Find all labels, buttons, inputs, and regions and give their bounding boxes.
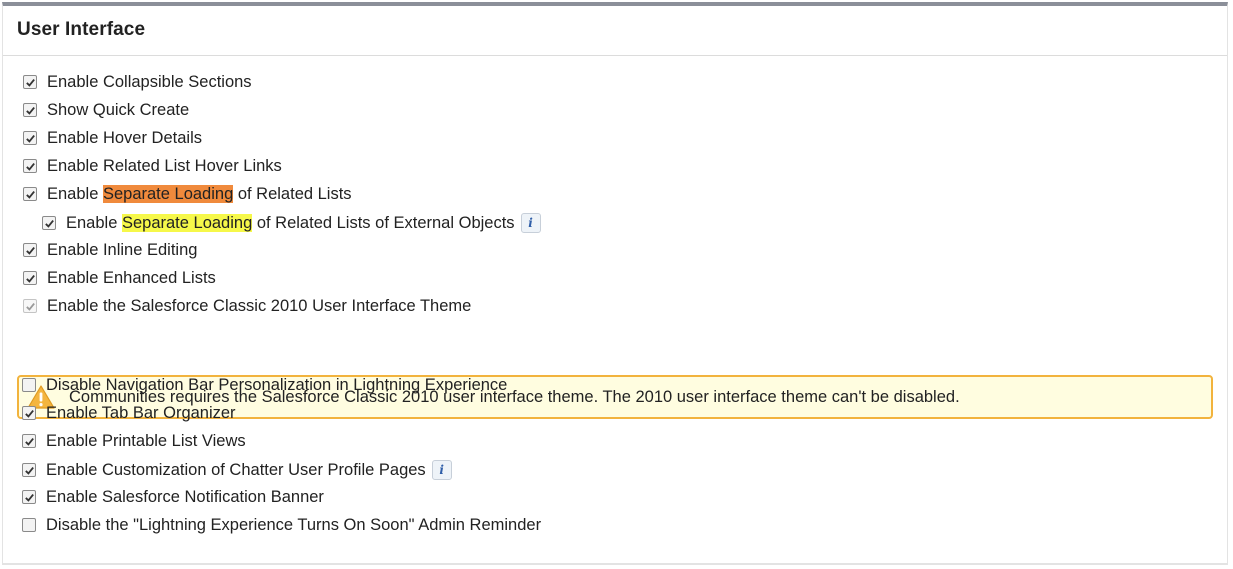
setting-row-disable-navigation-bar-personalization[interactable]: Disable Navigation Bar Personalization i… <box>22 373 507 397</box>
section-title: User Interface <box>17 19 146 40</box>
setting-label: Enable Customization of Chatter User Pro… <box>46 460 426 479</box>
setting-row-enable-printable-list-views[interactable]: Enable Printable List Views <box>22 429 246 453</box>
setting-label: Enable Separate Loading of Related Lists… <box>66 213 515 233</box>
setting-label: Enable the Salesforce Classic 2010 User … <box>47 296 472 315</box>
label-suffix: of Related Lists of External Objects <box>252 213 515 232</box>
search-highlight: Separate Loading <box>102 184 234 203</box>
section-header: User Interface <box>3 6 1227 56</box>
setting-label: Enable Collapsible Sections <box>47 72 252 91</box>
search-highlight: Separate Loading <box>121 213 253 232</box>
disable-lex-admin-reminder-checkbox[interactable] <box>22 518 36 532</box>
enable-printable-list-views-checkbox[interactable] <box>22 434 36 448</box>
setting-row-enable-hover-details[interactable]: Enable Hover Details <box>23 126 202 150</box>
setting-row-enable-notification-banner[interactable]: Enable Salesforce Notification Banner <box>22 485 324 509</box>
show-quick-create-checkbox[interactable] <box>23 103 37 117</box>
setting-label: Enable Salesforce Notification Banner <box>46 487 324 506</box>
disable-navigation-bar-personalization-checkbox[interactable] <box>22 378 36 392</box>
enable-tab-bar-organizer-checkbox[interactable] <box>22 406 36 420</box>
setting-label: Disable Navigation Bar Personalization i… <box>46 375 508 394</box>
enable-separate-loading-checkbox[interactable] <box>23 187 37 201</box>
setting-label: Enable Separate Loading of Related Lists <box>47 184 352 204</box>
setting-row-enable-tab-bar-organizer[interactable]: Enable Tab Bar Organizer <box>22 401 236 425</box>
setting-row-enable-chatter-profile-customization[interactable]: Enable Customization of Chatter User Pro… <box>22 458 452 482</box>
setting-row-show-quick-create[interactable]: Show Quick Create <box>23 98 189 122</box>
enable-hover-details-checkbox[interactable] <box>23 131 37 145</box>
enable-separate-loading-external-objects-checkbox[interactable] <box>42 216 56 230</box>
label-prefix: Enable <box>47 184 103 203</box>
setting-row-enable-collapsible-sections[interactable]: Enable Collapsible Sections <box>23 70 252 94</box>
setting-label: Disable the "Lightning Experience Turns … <box>46 515 542 534</box>
enable-inline-editing-checkbox[interactable] <box>23 243 37 257</box>
setting-label: Enable Enhanced Lists <box>47 268 216 287</box>
enable-enhanced-lists-checkbox[interactable] <box>23 271 37 285</box>
setting-label: Enable Inline Editing <box>47 240 198 259</box>
setting-label: Show Quick Create <box>47 100 190 119</box>
enable-collapsible-sections-checkbox[interactable] <box>23 75 37 89</box>
setting-row-enable-enhanced-lists[interactable]: Enable Enhanced Lists <box>23 266 216 290</box>
label-prefix: Enable <box>66 213 122 232</box>
label-suffix: of Related Lists <box>233 184 352 203</box>
info-icon[interactable]: i <box>431 460 452 480</box>
setting-label: Enable Related List Hover Links <box>47 156 282 175</box>
setting-label: Enable Printable List Views <box>46 431 246 450</box>
enable-chatter-profile-customization-checkbox[interactable] <box>22 463 36 477</box>
setting-label: Enable Hover Details <box>47 128 202 147</box>
setting-row-enable-inline-editing[interactable]: Enable Inline Editing <box>23 238 197 262</box>
setting-row-enable-separate-loading[interactable]: Enable Separate Loading of Related Lists <box>23 182 352 206</box>
setting-row-classic-2010-theme: Enable the Salesforce Classic 2010 User … <box>23 294 471 318</box>
info-icon[interactable]: i <box>520 213 541 233</box>
setting-label: Enable Tab Bar Organizer <box>46 403 236 422</box>
setting-row-enable-separate-loading-external-objects[interactable]: Enable Separate Loading of Related Lists… <box>42 211 541 235</box>
setting-row-enable-related-list-hover-links[interactable]: Enable Related List Hover Links <box>23 154 282 178</box>
enable-related-list-hover-links-checkbox[interactable] <box>23 159 37 173</box>
classic-2010-theme-checkbox <box>23 299 37 313</box>
setting-row-disable-lex-admin-reminder[interactable]: Disable the "Lightning Experience Turns … <box>22 513 541 537</box>
enable-notification-banner-checkbox[interactable] <box>22 490 36 504</box>
